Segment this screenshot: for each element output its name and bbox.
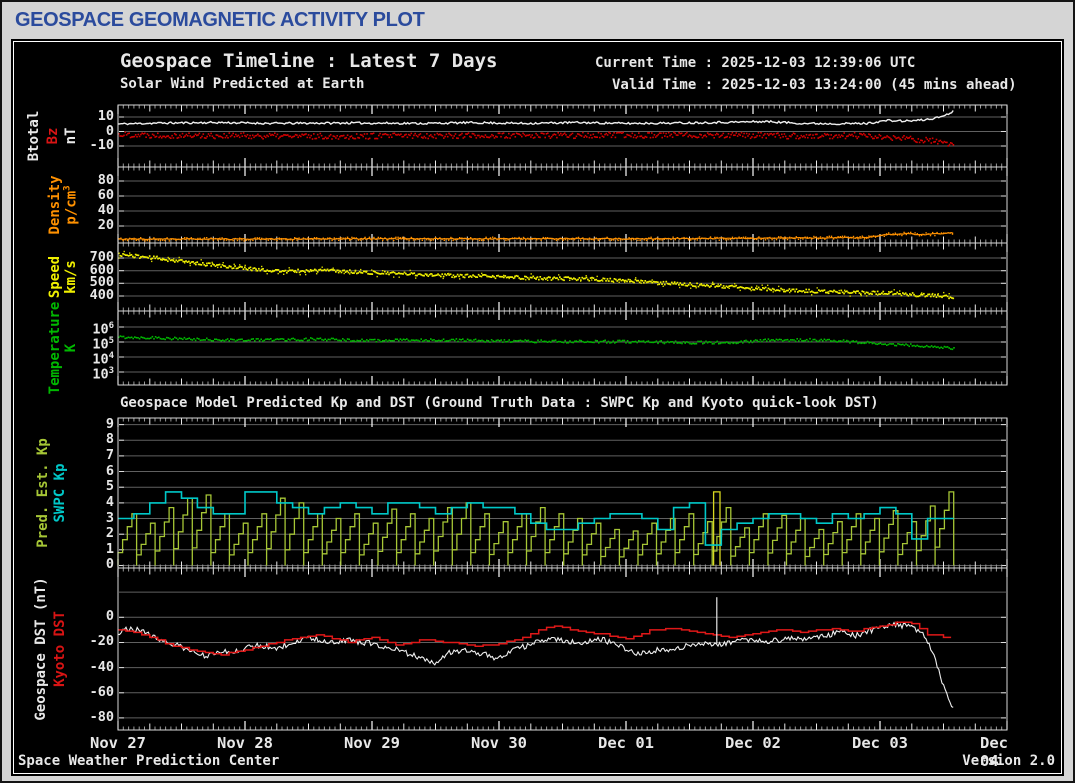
y-axis-label: p/cm3: [62, 185, 80, 225]
y-tick-label: 10: [97, 108, 114, 125]
geospace-activity-page: GEOSPACE GEOMAGNETIC ACTIVITY PLOT Geosp…: [0, 0, 1075, 783]
y-axis-label: Btotal: [26, 110, 42, 162]
y-axis-label: km/s: [63, 260, 79, 294]
y-axis-label: nT: [63, 127, 79, 145]
series-geospace-dst: [117, 620, 954, 708]
y-tick-label: 9: [105, 415, 114, 432]
plot-frame: Geospace Timeline : Latest 7 Days Solar …: [11, 39, 1064, 776]
series-Bz: [118, 131, 955, 147]
panel-frame: [117, 166, 1008, 244]
series-temperature: [118, 335, 955, 351]
y-axis-label: Density: [47, 175, 63, 235]
x-axis-label: Nov 29: [344, 734, 400, 752]
y-axis-label: Bz: [45, 127, 61, 145]
footer-source: Space Weather Prediction Center: [18, 753, 280, 769]
series-Btotal: [117, 110, 954, 126]
y-tick-label: 7: [105, 446, 114, 463]
panel-frame: [117, 242, 1008, 312]
x-axis-label: Nov 27: [90, 734, 146, 752]
y-tick-label: -80: [89, 708, 114, 725]
geospace-plot-image: Geospace Timeline : Latest 7 Days Solar …: [14, 42, 1061, 773]
y-tick-label: 2: [105, 525, 114, 542]
x-axis-label: Dec 02: [725, 734, 781, 752]
y-axis-label: Geospace DST (nT): [33, 577, 49, 721]
x-axis-label: Nov 30: [471, 734, 527, 752]
x-axis-label: Dec 04: [980, 734, 1008, 770]
page-title: GEOSPACE GEOMAGNETIC ACTIVITY PLOT: [15, 9, 425, 31]
y-tick-label: 1: [105, 540, 114, 557]
y-axis-label: K: [63, 343, 79, 353]
x-axis-label: Dec 03: [852, 734, 908, 752]
y-tick-label: 8: [105, 431, 114, 448]
x-axis-label: Dec 01: [598, 734, 654, 752]
x-axis-label: Nov 28: [217, 734, 273, 752]
y-axis-label: Pred. Est. Kp: [35, 438, 51, 548]
y-axis-label: Temperature: [47, 301, 63, 395]
page-header: GEOSPACE GEOMAGNETIC ACTIVITY PLOT: [2, 2, 1073, 39]
y-axis-label: Speed: [47, 255, 63, 299]
y-tick-label: 0: [105, 556, 114, 573]
y-axis-label: Kyoto DST: [52, 611, 68, 687]
y-axis-label: SWPC Kp: [52, 463, 68, 523]
panel-frame: [117, 310, 1008, 386]
geospace-chart: [117, 104, 1008, 731]
series-density-line: [117, 231, 954, 241]
